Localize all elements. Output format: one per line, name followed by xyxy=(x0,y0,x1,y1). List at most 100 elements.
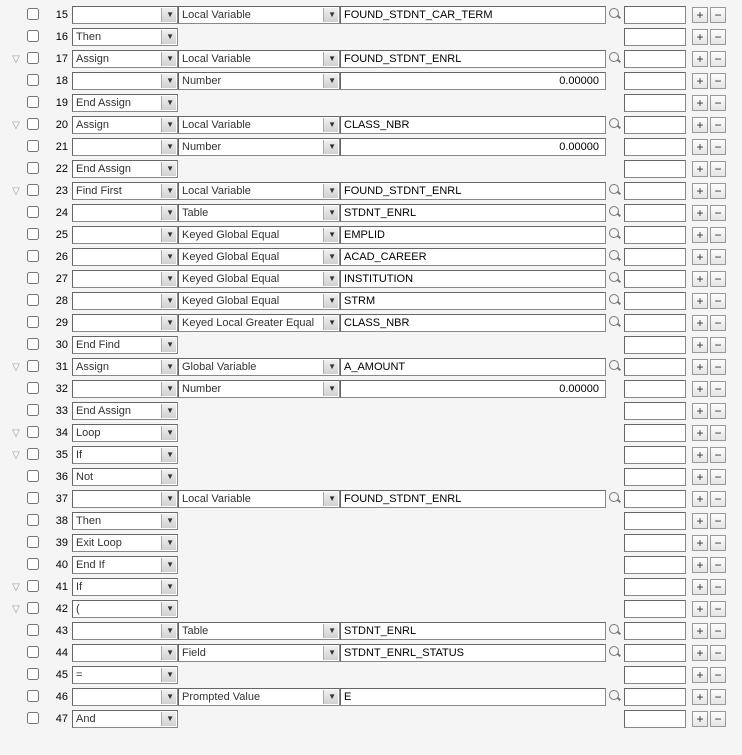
select-row-checkbox[interactable] xyxy=(27,558,39,570)
comment-input[interactable] xyxy=(624,94,686,112)
type-dropdown[interactable]: Local Variable xyxy=(178,116,340,134)
expand-icon[interactable]: ▽ xyxy=(12,362,20,373)
select-row-checkbox[interactable] xyxy=(27,470,39,482)
comment-input[interactable] xyxy=(624,50,686,68)
remove-row-button[interactable]: − xyxy=(710,535,726,551)
comment-input[interactable] xyxy=(624,270,686,288)
remove-row-button[interactable]: − xyxy=(710,95,726,111)
type-dropdown[interactable]: Local Variable xyxy=(178,50,340,68)
keyword-dropdown[interactable] xyxy=(72,248,178,266)
comment-input[interactable] xyxy=(624,556,686,574)
add-row-button[interactable]: + xyxy=(692,491,708,507)
remove-row-button[interactable]: − xyxy=(710,73,726,89)
remove-row-button[interactable]: − xyxy=(710,51,726,67)
comment-input[interactable] xyxy=(624,182,686,200)
comment-input[interactable] xyxy=(624,600,686,618)
add-row-button[interactable]: + xyxy=(692,425,708,441)
add-row-button[interactable]: + xyxy=(692,95,708,111)
keyword-dropdown[interactable]: Assign xyxy=(72,50,178,68)
keyword-dropdown[interactable]: And xyxy=(72,710,178,728)
value-input[interactable] xyxy=(340,248,606,266)
keyword-dropdown[interactable] xyxy=(72,380,178,398)
comment-input[interactable] xyxy=(624,490,686,508)
add-row-button[interactable]: + xyxy=(692,601,708,617)
add-row-button[interactable]: + xyxy=(692,689,708,705)
keyword-dropdown[interactable] xyxy=(72,314,178,332)
value-input[interactable] xyxy=(340,6,606,24)
add-row-button[interactable]: + xyxy=(692,381,708,397)
keyword-dropdown[interactable]: Exit Loop xyxy=(72,534,178,552)
type-dropdown[interactable]: Keyed Local Greater Equal xyxy=(178,314,340,332)
keyword-dropdown[interactable]: Not xyxy=(72,468,178,486)
remove-row-button[interactable]: − xyxy=(710,447,726,463)
comment-input[interactable] xyxy=(624,402,686,420)
select-row-checkbox[interactable] xyxy=(27,580,39,592)
value-input[interactable] xyxy=(340,270,606,288)
keyword-dropdown[interactable]: If xyxy=(72,578,178,596)
keyword-dropdown[interactable] xyxy=(72,292,178,310)
remove-row-button[interactable]: − xyxy=(710,227,726,243)
comment-input[interactable] xyxy=(624,512,686,530)
comment-input[interactable] xyxy=(624,666,686,684)
comment-input[interactable] xyxy=(624,138,686,156)
comment-input[interactable] xyxy=(624,468,686,486)
remove-row-button[interactable]: − xyxy=(710,623,726,639)
value-input[interactable] xyxy=(340,358,606,376)
type-dropdown[interactable]: Keyed Global Equal xyxy=(178,270,340,288)
select-row-checkbox[interactable] xyxy=(27,624,39,636)
comment-input[interactable] xyxy=(624,710,686,728)
add-row-button[interactable]: + xyxy=(692,447,708,463)
add-row-button[interactable]: + xyxy=(692,205,708,221)
remove-row-button[interactable]: − xyxy=(710,7,726,23)
value-input[interactable] xyxy=(340,314,606,332)
keyword-dropdown[interactable]: Loop xyxy=(72,424,178,442)
remove-row-button[interactable]: − xyxy=(710,711,726,727)
select-row-checkbox[interactable] xyxy=(27,118,39,130)
comment-input[interactable] xyxy=(624,446,686,464)
type-dropdown[interactable]: Local Variable xyxy=(178,490,340,508)
comment-input[interactable] xyxy=(624,248,686,266)
remove-row-button[interactable]: − xyxy=(710,469,726,485)
select-row-checkbox[interactable] xyxy=(27,140,39,152)
type-dropdown[interactable]: Keyed Global Equal xyxy=(178,226,340,244)
lookup-icon[interactable] xyxy=(608,689,622,703)
remove-row-button[interactable]: − xyxy=(710,425,726,441)
comment-input[interactable] xyxy=(624,644,686,662)
select-row-checkbox[interactable] xyxy=(27,404,39,416)
remove-row-button[interactable]: − xyxy=(710,161,726,177)
keyword-dropdown[interactable]: Then xyxy=(72,28,178,46)
keyword-dropdown[interactable] xyxy=(72,226,178,244)
comment-input[interactable] xyxy=(624,72,686,90)
expand-icon[interactable]: ▽ xyxy=(12,604,20,615)
remove-row-button[interactable]: − xyxy=(710,601,726,617)
type-dropdown[interactable]: Number xyxy=(178,138,340,156)
type-dropdown[interactable]: Global Variable xyxy=(178,358,340,376)
select-row-checkbox[interactable] xyxy=(27,382,39,394)
select-row-checkbox[interactable] xyxy=(27,162,39,174)
keyword-dropdown[interactable] xyxy=(72,204,178,222)
select-row-checkbox[interactable] xyxy=(27,448,39,460)
remove-row-button[interactable]: − xyxy=(710,315,726,331)
select-row-checkbox[interactable] xyxy=(27,294,39,306)
add-row-button[interactable]: + xyxy=(692,623,708,639)
keyword-dropdown[interactable] xyxy=(72,270,178,288)
select-row-checkbox[interactable] xyxy=(27,690,39,702)
comment-input[interactable] xyxy=(624,314,686,332)
select-row-checkbox[interactable] xyxy=(27,514,39,526)
keyword-dropdown[interactable] xyxy=(72,6,178,24)
keyword-dropdown[interactable]: Assign xyxy=(72,358,178,376)
remove-row-button[interactable]: − xyxy=(710,645,726,661)
keyword-dropdown[interactable]: Assign xyxy=(72,116,178,134)
remove-row-button[interactable]: − xyxy=(710,689,726,705)
expand-icon[interactable]: ▽ xyxy=(12,54,20,65)
select-row-checkbox[interactable] xyxy=(27,536,39,548)
select-row-checkbox[interactable] xyxy=(27,74,39,86)
comment-input[interactable] xyxy=(624,204,686,222)
add-row-button[interactable]: + xyxy=(692,337,708,353)
select-row-checkbox[interactable] xyxy=(27,52,39,64)
value-input[interactable] xyxy=(340,204,606,222)
add-row-button[interactable]: + xyxy=(692,293,708,309)
comment-input[interactable] xyxy=(624,226,686,244)
keyword-dropdown[interactable]: End If xyxy=(72,556,178,574)
value-input[interactable] xyxy=(340,116,606,134)
